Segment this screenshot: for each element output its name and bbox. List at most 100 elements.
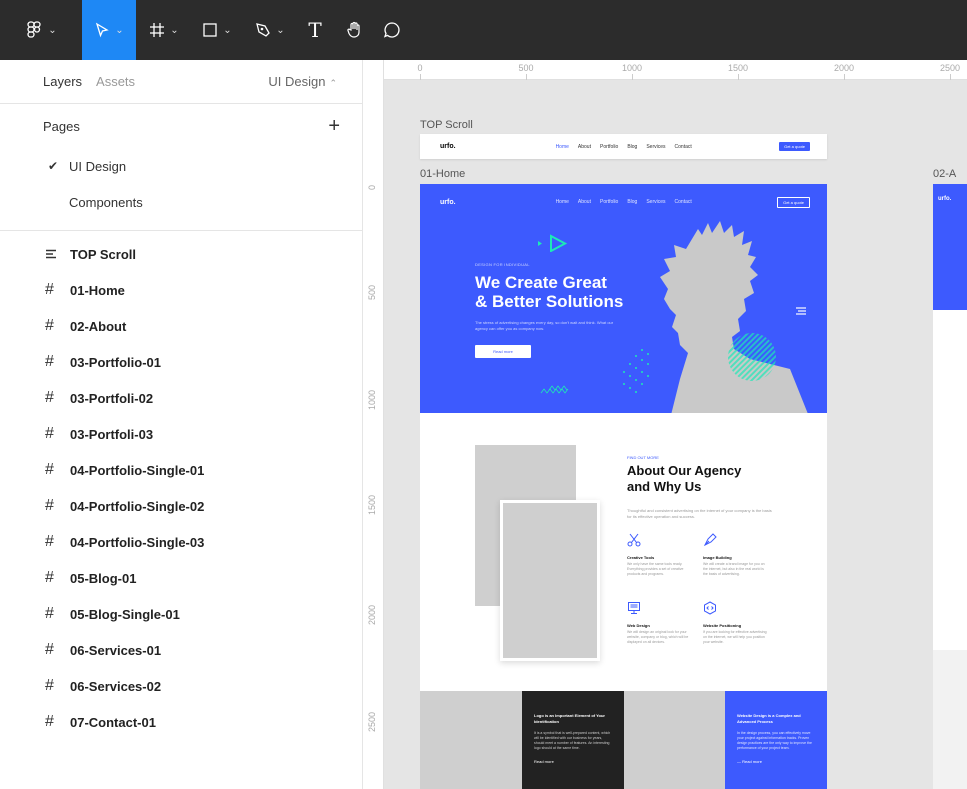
layer-01-home[interactable]: #01-Home bbox=[0, 272, 362, 308]
code-hexagon-icon bbox=[704, 601, 716, 615]
nav-link: Home bbox=[555, 143, 569, 150]
ruler-tick bbox=[950, 74, 951, 80]
frame-02-about-footer bbox=[933, 650, 967, 789]
frame-icon: # bbox=[45, 713, 54, 730]
nav-link: Home bbox=[555, 199, 569, 205]
about-kicker: FIND OUT MORE bbox=[627, 455, 659, 460]
feature-website-positioning: Website Positioning If you are looking f… bbox=[703, 601, 769, 645]
page-item-components[interactable]: Components bbox=[0, 184, 362, 220]
nav-link: Blog bbox=[627, 143, 638, 150]
hero-kicker: DESIGN FOR INDIVIDUAL bbox=[475, 262, 530, 267]
comment-icon bbox=[383, 22, 400, 38]
layer-02-about[interactable]: #02-About bbox=[0, 308, 362, 344]
teaser-title: Logo is an Important Element of Your Ide… bbox=[534, 713, 605, 724]
frame-icon: # bbox=[45, 353, 54, 370]
chevron-down-icon: ⌄ bbox=[48, 24, 57, 36]
feature-text: We will create a brand image for you on … bbox=[703, 562, 765, 576]
layer-04-portfolio-single-01[interactable]: #04-Portfolio-Single-01 bbox=[0, 452, 362, 488]
layer-05-blog-single-01[interactable]: #05-Blog-Single-01 bbox=[0, 596, 362, 632]
layer-03-portfoli-03[interactable]: #03-Portfoli-03 bbox=[0, 416, 362, 452]
chevron-down-icon: ⌄ bbox=[276, 24, 285, 36]
ruler-label: 2000 bbox=[833, 63, 855, 73]
tab-assets[interactable]: Assets bbox=[96, 74, 135, 89]
pen-tool-button[interactable]: ⌄ bbox=[242, 0, 298, 60]
layer-label: 07-Contact-01 bbox=[70, 714, 156, 730]
add-page-button[interactable]: + bbox=[328, 115, 340, 138]
frame-top-scroll[interactable]: urfo. Home About Portfolio Blog Services… bbox=[420, 134, 827, 159]
layer-03-portfolio-01[interactable]: #03-Portfolio-01 bbox=[0, 344, 362, 380]
pen-icon bbox=[256, 23, 271, 37]
page-item-ui-design[interactable]: ✔ UI Design bbox=[0, 148, 362, 184]
layer-06-services-02[interactable]: #06-Services-02 bbox=[0, 668, 362, 704]
ruler-label: 2500 bbox=[367, 711, 377, 732]
frame-tool-button[interactable]: ⌄ bbox=[136, 0, 192, 60]
layer-label: 04-Portfolio-Single-01 bbox=[70, 462, 205, 478]
design-canvas[interactable]: 0 500 1000 1500 2000 2500 0 500 1000 150… bbox=[364, 60, 967, 789]
comment-tool-button[interactable] bbox=[376, 0, 408, 60]
page-switcher-label: UI Design bbox=[268, 74, 326, 89]
feature-title: Image Building bbox=[703, 555, 732, 560]
frame-label-top-scroll[interactable]: TOP Scroll bbox=[420, 119, 473, 131]
frame-label-home[interactable]: 01-Home bbox=[420, 168, 465, 180]
cursor-icon bbox=[96, 22, 110, 38]
layer-04-portfolio-single-02[interactable]: #04-Portfolio-Single-02 bbox=[0, 488, 362, 524]
play-triangle-icon bbox=[538, 234, 568, 252]
layer-05-blog-01[interactable]: #05-Blog-01 bbox=[0, 560, 362, 596]
ruler-tick bbox=[420, 74, 421, 80]
layer-07-contact-01[interactable]: #07-Contact-01 bbox=[0, 704, 362, 740]
layer-04-portfolio-single-03[interactable]: #04-Portfolio-Single-03 bbox=[0, 524, 362, 560]
frame-icon: # bbox=[45, 677, 54, 694]
nav-link: Blog bbox=[627, 199, 638, 205]
home-hero-section[interactable]: urfo. Home About Portfolio Blog Services… bbox=[420, 184, 827, 413]
teaser-text: It is a symbol that is well-prepared con… bbox=[534, 731, 611, 750]
shape-tool-button[interactable]: ⌄ bbox=[192, 0, 242, 60]
layer-06-services-01[interactable]: #06-Services-01 bbox=[0, 632, 362, 668]
chevron-down-icon: ⌄ bbox=[115, 24, 124, 36]
frame-icon: # bbox=[45, 317, 54, 334]
main-menu-button[interactable]: ⌄ bbox=[0, 0, 82, 60]
teaser-link: — Read more bbox=[737, 759, 762, 764]
layer-label: 05-Blog-01 bbox=[70, 570, 137, 586]
frame-icon: # bbox=[45, 497, 54, 514]
teaser-link: Read more bbox=[534, 759, 554, 764]
move-tool-button[interactable]: ⌄ bbox=[82, 0, 136, 60]
about-text: Thoughtful and consistent advertising on… bbox=[627, 508, 772, 519]
ruler-label: 0 bbox=[367, 184, 377, 190]
site-cta-button: Get a quote bbox=[779, 142, 810, 151]
layer-label: 06-Services-02 bbox=[70, 678, 162, 694]
feature-creative-tools: Creative Tools We only have the same too… bbox=[627, 533, 693, 577]
blog-teaser-section[interactable]: Logo is an Important Element of Your Ide… bbox=[420, 691, 827, 789]
teaser-image-middle bbox=[624, 691, 725, 789]
ruler-label: 2000 bbox=[367, 604, 377, 625]
hand-tool-button[interactable] bbox=[332, 0, 376, 60]
nav-link: Portfolio bbox=[599, 143, 619, 150]
frame-02-about-body[interactable] bbox=[933, 310, 967, 650]
wave-decoration-icon bbox=[540, 385, 569, 394]
chevron-up-icon: ⌃ bbox=[329, 78, 337, 88]
feature-title: Creative Tools bbox=[627, 555, 655, 560]
text-tool-button[interactable]: T bbox=[298, 0, 332, 60]
layer-03-portfoli-02[interactable]: #03-Portfoli-02 bbox=[0, 380, 362, 416]
about-section[interactable]: FIND OUT MORE About Our Agency and Why U… bbox=[420, 413, 827, 691]
tab-layers[interactable]: Layers bbox=[43, 74, 82, 89]
feature-image-building: Image Building We will create a brand im… bbox=[703, 533, 769, 577]
page-switcher[interactable]: UI Design ⌃ bbox=[268, 74, 337, 89]
layer-label: 03-Portfolio-01 bbox=[70, 354, 162, 370]
about-title-line-1: About Our Agency bbox=[627, 463, 742, 478]
frame-label-about[interactable]: 02-A bbox=[933, 168, 956, 180]
site-logo: urfo. bbox=[440, 198, 456, 206]
layer-top-scroll[interactable]: TOP Scroll bbox=[0, 236, 362, 272]
feature-text: If you are looking for effective adverti… bbox=[703, 630, 767, 644]
panel-tabs: Layers Assets UI Design ⌃ bbox=[0, 60, 362, 104]
layer-label: 04-Portfolio-Single-02 bbox=[70, 498, 205, 514]
about-image-front bbox=[500, 500, 600, 661]
frame-02-about-hero[interactable]: urfo. bbox=[933, 184, 967, 310]
ruler-tick bbox=[526, 74, 527, 80]
layer-label: 05-Blog-Single-01 bbox=[70, 606, 180, 622]
hand-icon bbox=[347, 21, 360, 38]
horizontal-layout-icon bbox=[45, 249, 70, 259]
page-item-label: Components bbox=[69, 194, 143, 210]
frame-icon: # bbox=[45, 389, 54, 406]
hero-read-more-button: Read more bbox=[475, 345, 531, 358]
vertical-ruler: 0 500 1000 1500 2000 2500 bbox=[364, 60, 384, 789]
